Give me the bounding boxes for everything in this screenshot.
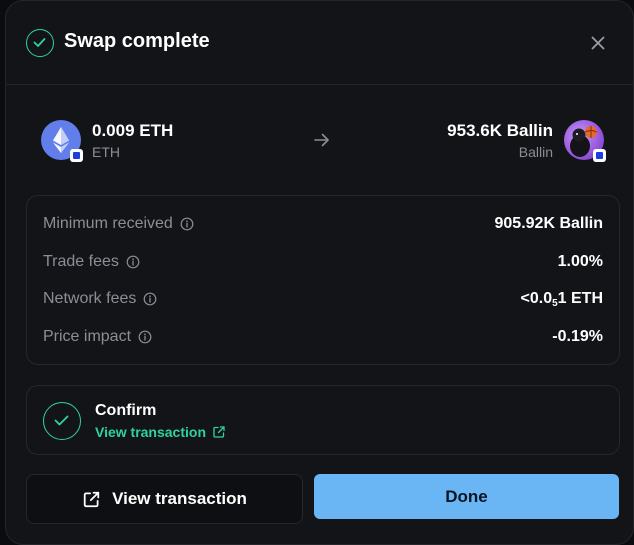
detail-label: Network fees — [43, 290, 157, 308]
network-fees-prefix: <0.0 — [520, 290, 553, 307]
arrow-right-icon — [314, 133, 329, 147]
confirm-title: Confirm — [95, 402, 157, 419]
swap-details: Minimum received 905.92K Ballin Trade fe… — [26, 195, 620, 365]
info-icon[interactable] — [138, 330, 152, 344]
price-impact-label: Price impact — [43, 328, 132, 345]
network-fees-row: Network fees <0.051 ETH — [27, 288, 619, 312]
done-label: Done — [445, 486, 488, 506]
view-transaction-label: View transaction — [112, 489, 247, 508]
info-icon[interactable] — [143, 292, 157, 306]
modal-header: Swap complete — [6, 1, 633, 85]
external-link-icon — [213, 426, 225, 438]
minimum-received-row: Minimum received 905.92K Ballin — [27, 213, 619, 237]
info-icon[interactable] — [180, 217, 194, 231]
swap-complete-modal: Swap complete 0.009 ETH ETH 953.6K Balli… — [5, 0, 634, 545]
modal-title: Swap complete — [64, 30, 210, 52]
to-symbol: Ballin — [518, 144, 553, 160]
network-fees-label: Network fees — [43, 290, 137, 307]
detail-label: Trade fees — [43, 253, 140, 271]
trade-fees-value: 1.00% — [557, 253, 603, 270]
price-impact-value: -0.19% — [552, 328, 603, 345]
success-check-icon — [26, 29, 54, 57]
price-impact-row: Price impact -0.19% — [27, 326, 619, 350]
confirm-view-transaction-link[interactable]: View transaction — [95, 424, 226, 440]
minimum-received-label: Minimum received — [43, 215, 173, 232]
detail-label: Minimum received — [43, 215, 194, 233]
minimum-received-value: 905.92K Ballin — [494, 215, 604, 232]
view-transaction-button[interactable]: View transaction — [26, 474, 303, 524]
close-button[interactable] — [586, 31, 610, 55]
network-fees-value: <0.051 ETH — [521, 290, 604, 309]
to-amount: 953.6K Ballin — [447, 121, 553, 140]
external-link-icon — [83, 491, 100, 507]
confirm-check-icon — [43, 402, 81, 440]
info-icon[interactable] — [126, 255, 140, 269]
from-symbol: ETH — [92, 144, 120, 160]
trade-fees-row: Trade fees 1.00% — [27, 251, 619, 275]
trade-fees-label: Trade fees — [43, 253, 119, 270]
detail-label: Price impact — [43, 328, 152, 346]
chain-badge-icon — [593, 149, 606, 162]
chain-badge-icon — [70, 149, 83, 162]
confirm-step: Confirm View transaction — [26, 385, 620, 455]
network-fees-suffix: 1 ETH — [557, 290, 603, 307]
done-button[interactable]: Done — [314, 474, 619, 519]
close-icon — [591, 36, 605, 50]
confirm-link-label: View transaction — [95, 424, 207, 440]
swap-summary: 0.009 ETH ETH 953.6K Ballin Ballin — [6, 85, 633, 195]
from-amount: 0.009 ETH — [92, 121, 174, 140]
